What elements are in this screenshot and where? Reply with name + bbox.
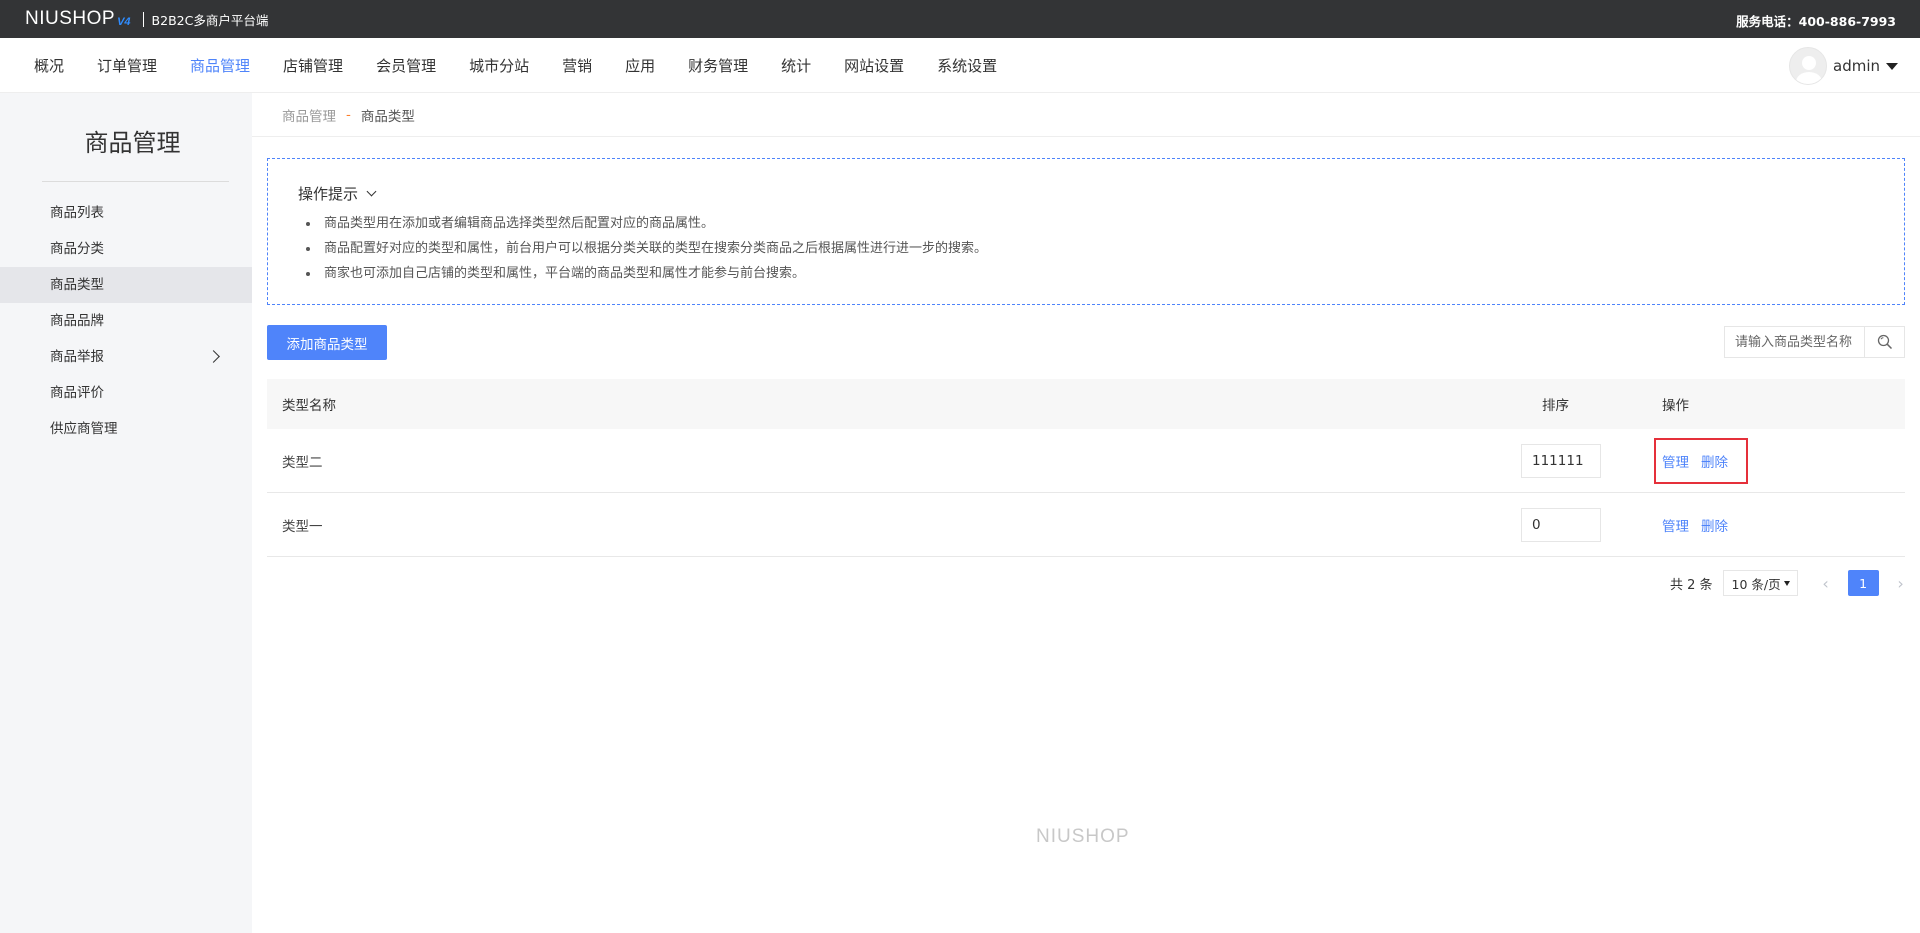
- add-goods-type-button[interactable]: 添加商品类型: [267, 325, 387, 360]
- nav-item-finance[interactable]: 财务管理: [688, 55, 748, 76]
- brand-subtitle: B2B2C多商户平台端: [151, 12, 269, 28]
- search-button[interactable]: [1864, 327, 1904, 357]
- next-page-icon[interactable]: ›: [1889, 570, 1913, 596]
- sort-cell: [1521, 429, 1601, 492]
- avatar[interactable]: [1789, 47, 1827, 85]
- sidebar-item-goods-type[interactable]: 商品类型: [0, 267, 252, 303]
- col-header-name: 类型名称: [282, 398, 336, 414]
- service-phone: 服务电话：400-886-7993: [1736, 14, 1896, 29]
- sort-cell: [1521, 493, 1601, 556]
- chevron-right-icon: [207, 350, 220, 363]
- delete-link[interactable]: 删除: [1701, 451, 1728, 471]
- nav-item-stats[interactable]: 统计: [781, 55, 811, 76]
- sort-input[interactable]: [1521, 507, 1601, 542]
- nav-item-members[interactable]: 会员管理: [376, 55, 436, 76]
- main-nav: 概况 订单管理 商品管理 店铺管理 会员管理 城市分站 营销 应用 财务管理 统…: [0, 38, 1920, 93]
- sort-input[interactable]: [1521, 443, 1601, 478]
- sidebar-item-goods-list[interactable]: 商品列表: [0, 195, 252, 231]
- page-number[interactable]: 1: [1847, 570, 1879, 596]
- table-header: 类型名称 排序 操作: [267, 379, 1905, 429]
- brand-divider: [142, 11, 144, 27]
- nav-item-system-settings[interactable]: 系统设置: [937, 55, 997, 76]
- nav-menu: 概况 订单管理 商品管理 店铺管理 会员管理 城市分站 营销 应用 财务管理 统…: [34, 38, 1030, 93]
- tip-item: 商品配置好对应的类型和属性，前台用户可以根据分类关联的类型在搜索分类商品之后根据…: [306, 236, 987, 261]
- nav-item-site-settings[interactable]: 网站设置: [844, 55, 904, 76]
- user-name[interactable]: admin: [1833, 57, 1880, 75]
- page-size-value: 10 条/页: [1731, 576, 1781, 592]
- sidebar-title: 商品管理: [84, 129, 181, 157]
- tip-item: 商家也可添加自己店铺的类型和属性，平台端的商品类型和属性才能参与前台搜索。: [306, 261, 987, 286]
- nav-item-overview[interactable]: 概况: [34, 55, 64, 76]
- breadcrumb-separator: -: [346, 106, 351, 123]
- table-row: 类型一 管理 删除: [267, 493, 1905, 557]
- search-box: [1724, 326, 1905, 358]
- col-header-ops: 操作: [1662, 398, 1689, 414]
- footer-logo: NIUSHOP: [1036, 826, 1130, 847]
- col-header-sort: 排序: [1542, 398, 1569, 414]
- search-input[interactable]: [1725, 327, 1865, 357]
- sidebar: 商品管理 商品列表 商品分类 商品类型 商品品牌 商品举报 商品评价 供应商管理: [0, 93, 252, 933]
- caret-down-icon: [1783, 581, 1790, 586]
- tips-list: 商品类型用在添加或者编辑商品选择类型然后配置对应的商品属性。 商品配置好对应的类…: [306, 211, 987, 286]
- brand-logo: NIUSHOP: [25, 8, 116, 29]
- manage-link[interactable]: 管理: [1662, 515, 1689, 535]
- breadcrumb-parent[interactable]: 商品管理: [282, 105, 336, 125]
- tip-item: 商品类型用在添加或者编辑商品选择类型然后配置对应的商品属性。: [306, 211, 987, 236]
- breadcrumb: 商品管理 - 商品类型: [252, 93, 1920, 137]
- nav-item-goods[interactable]: 商品管理: [190, 55, 250, 76]
- prev-page-icon[interactable]: ‹: [1814, 570, 1838, 596]
- ops-cell: 管理 删除: [1662, 493, 1740, 556]
- caret-down-icon[interactable]: [1886, 62, 1898, 70]
- type-name: 类型二: [282, 454, 323, 471]
- goods-type-table: 类型名称 排序 操作 类型二 管理 删除 类型一 管理 删除: [267, 379, 1905, 557]
- delete-link[interactable]: 删除: [1701, 515, 1728, 535]
- nav-item-city-sites[interactable]: 城市分站: [469, 55, 529, 76]
- nav-item-orders[interactable]: 订单管理: [97, 55, 157, 76]
- page-size-select[interactable]: 10 条/页: [1722, 570, 1798, 596]
- top-bar: NIUSHOP V4 B2B2C多商户平台端 服务电话：400-886-7993: [0, 0, 1920, 38]
- tips-panel: 操作提示 商品类型用在添加或者编辑商品选择类型然后配置对应的商品属性。 商品配置…: [267, 158, 1905, 305]
- breadcrumb-current: 商品类型: [360, 108, 415, 125]
- sidebar-item-supplier[interactable]: 供应商管理: [0, 411, 252, 447]
- sidebar-item-goods-review[interactable]: 商品评价: [0, 375, 252, 411]
- sidebar-item-goods-brand[interactable]: 商品品牌: [0, 303, 252, 339]
- manage-link[interactable]: 管理: [1662, 451, 1689, 471]
- type-name: 类型一: [282, 518, 323, 535]
- sidebar-item-goods-report[interactable]: 商品举报: [0, 339, 252, 375]
- user-menu[interactable]: admin: [1789, 47, 1898, 85]
- nav-item-marketing[interactable]: 营销: [562, 55, 592, 76]
- pager-total: 共 2 条: [1670, 577, 1713, 593]
- ops-cell: 管理 删除: [1662, 429, 1740, 492]
- tips-title: 操作提示: [298, 185, 359, 203]
- sidebar-item-goods-category[interactable]: 商品分类: [0, 231, 252, 267]
- search-icon: [1877, 334, 1892, 350]
- nav-item-apps[interactable]: 应用: [625, 55, 655, 76]
- tips-toggle[interactable]: 操作提示: [298, 183, 377, 204]
- brand-version: V4: [117, 15, 131, 28]
- chevron-down-icon: [366, 186, 377, 197]
- sidebar-menu: 商品列表 商品分类 商品类型 商品品牌 商品举报 商品评价 供应商管理: [0, 195, 252, 447]
- table-row: 类型二 管理 删除: [267, 429, 1905, 493]
- pagination: 共 2 条 10 条/页 ‹ 1 ›: [1670, 570, 1913, 596]
- sidebar-divider: [42, 181, 229, 182]
- brand[interactable]: NIUSHOP V4 B2B2C多商户平台端: [25, 8, 268, 30]
- sidebar-item-label: 商品举报: [50, 349, 104, 365]
- nav-item-shops[interactable]: 店铺管理: [283, 55, 343, 76]
